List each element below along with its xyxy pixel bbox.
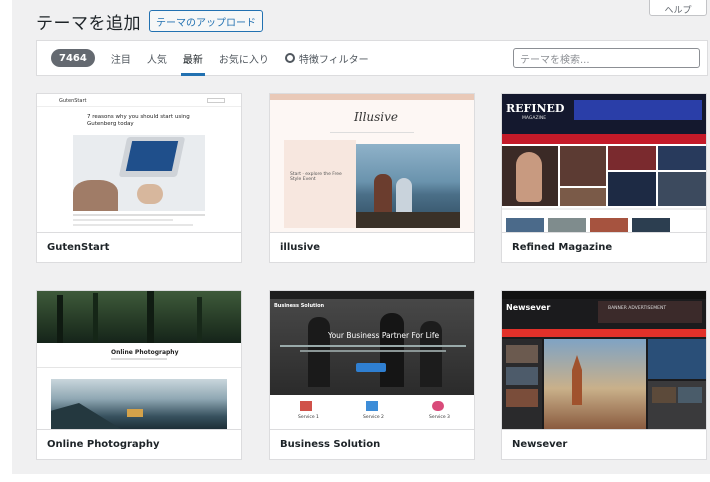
theme-card-illusive[interactable]: Illusive Start · explore the Free Style …: [269, 93, 475, 263]
preview-service-2: Service 2: [363, 415, 384, 420]
theme-screenshot: Online Photography: [37, 291, 241, 429]
theme-card-online-photography[interactable]: Online Photography Online Photography: [36, 290, 242, 460]
preview-brand: Online Photography: [111, 349, 179, 356]
theme-name: Online Photography: [37, 429, 241, 459]
preview-caption: Start · explore the Free Style Event: [290, 172, 342, 182]
theme-screenshot: Illusive Start · explore the Free Style …: [270, 94, 474, 232]
theme-name: Business Solution: [270, 429, 474, 459]
theme-name: GutenStart: [37, 232, 241, 262]
help-tab[interactable]: ヘルプ: [649, 0, 707, 16]
theme-name: Newsever: [502, 429, 706, 459]
filter-featured[interactable]: 注目: [111, 40, 131, 76]
preview-brand: Illusive: [354, 110, 399, 124]
page-header: テーマを追加 テーマのアップロード: [36, 8, 263, 34]
theme-screenshot: GutenStart 7 reasons why you should star…: [37, 94, 241, 232]
theme-install-page: ヘルプ テーマを追加 テーマのアップロード 7464 注目 人気 最新 お気に入…: [12, 0, 710, 474]
feature-filter-label: 特徴フィルター: [298, 54, 369, 66]
theme-name: Refined Magazine: [502, 232, 706, 262]
theme-name: illusive: [270, 232, 474, 262]
theme-card-newsever[interactable]: Newsever BANNER ADVERTISEMENT Newsever: [501, 290, 707, 460]
preview-headline: Your Business Partner For Life: [328, 331, 440, 340]
preview-service-3: Service 3: [429, 415, 450, 420]
page-title: テーマを追加: [36, 13, 141, 34]
preview-brand: Business Solution: [274, 303, 325, 309]
preview-sub: MAGAZINE: [522, 116, 547, 121]
preview-brand: GutenStart: [59, 98, 87, 104]
theme-card-business-solution[interactable]: Business Solution Your Business Partner …: [269, 290, 475, 460]
preview-headline: 7 reasons why you should start using Gut…: [87, 114, 190, 127]
preview-brand: Newsever: [506, 303, 551, 312]
preview-service-1: Service 1: [298, 415, 319, 420]
filter-popular[interactable]: 人気: [147, 40, 167, 76]
theme-card-refined-magazine[interactable]: REFINED MAGAZINE Refined Magazine: [501, 93, 707, 263]
upload-theme-button[interactable]: テーマのアップロード: [149, 10, 263, 32]
theme-search-input[interactable]: テーマを検索...: [513, 48, 700, 68]
filter-favorites[interactable]: お気に入り: [219, 40, 269, 76]
preview-brand: REFINED: [506, 102, 565, 115]
theme-screenshot: REFINED MAGAZINE: [502, 94, 706, 232]
theme-count-badge: 7464: [51, 49, 95, 67]
filter-latest[interactable]: 最新: [180, 40, 205, 76]
theme-card-gutenstart[interactable]: GutenStart 7 reasons why you should star…: [36, 93, 242, 263]
preview-banner: BANNER ADVERTISEMENT: [608, 306, 667, 311]
feature-filter-button[interactable]: 特徴フィルター: [284, 51, 369, 66]
gear-icon: [284, 53, 295, 63]
theme-screenshot: Newsever BANNER ADVERTISEMENT: [502, 291, 706, 429]
theme-screenshot: Business Solution Your Business Partner …: [270, 291, 474, 429]
filter-bar: 7464 注目 人気 最新 お気に入り 特徴フィルター テーマを検索...: [36, 40, 708, 76]
